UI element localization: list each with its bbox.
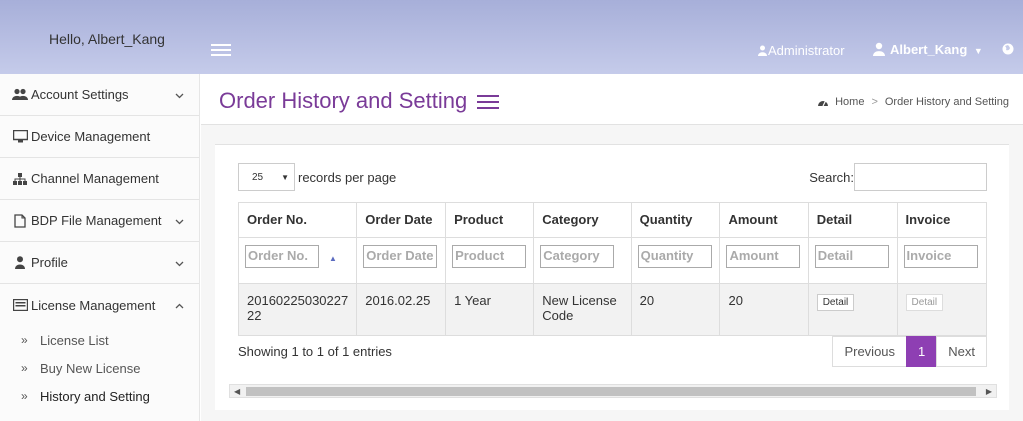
records-per-page-label: records per page bbox=[298, 169, 397, 185]
double-chevron-right-icon: » bbox=[21, 333, 28, 347]
column-header[interactable]: Category bbox=[533, 202, 632, 238]
detail-button[interactable]: Detail bbox=[816, 294, 855, 311]
filter-detail-input[interactable]: Detail bbox=[814, 245, 889, 268]
table-info: Showing 1 to 1 of 1 entries bbox=[238, 344, 392, 359]
filter-row: Order No. ▲ Order Date Product Category Q… bbox=[237, 237, 988, 284]
top-header: Hello, Albert_Kang Administrator Albert_… bbox=[0, 0, 1023, 74]
sidebar-item-profile[interactable]: Profile bbox=[0, 242, 199, 284]
search-label: Search: bbox=[809, 169, 854, 185]
chevron-down-icon bbox=[175, 213, 184, 228]
sidebar-subitem-buy-new-license[interactable]: » Buy New License bbox=[0, 354, 199, 382]
chevron-down-icon bbox=[175, 87, 184, 102]
search-box: Search: bbox=[809, 163, 987, 191]
user-icon bbox=[873, 42, 885, 56]
next-page-button[interactable]: Next bbox=[936, 336, 987, 367]
filter-quantity-input[interactable]: Quantity bbox=[637, 245, 712, 268]
column-header[interactable]: Amount bbox=[719, 202, 809, 238]
scroll-right-icon[interactable]: ▶ bbox=[986, 387, 992, 396]
cell-order-date: 2016.02.25 bbox=[356, 283, 447, 336]
sidebar: Account Settings Device Management Chann… bbox=[0, 74, 200, 421]
invoice-detail-button[interactable]: Detail bbox=[905, 294, 944, 311]
chevron-down-icon bbox=[175, 255, 184, 270]
user-icon bbox=[12, 256, 28, 269]
sidebar-subitem-license-list[interactable]: » License List bbox=[0, 326, 199, 354]
search-input[interactable] bbox=[854, 163, 987, 191]
administrator-link[interactable]: Administrator bbox=[757, 43, 845, 58]
orders-table: Order No. Order Date Product Category Qu… bbox=[237, 202, 988, 336]
file-icon bbox=[12, 213, 28, 228]
cell-quantity: 20 bbox=[630, 283, 721, 336]
sidebar-item-device-management[interactable]: Device Management bbox=[0, 116, 199, 158]
scrollbar-thumb[interactable] bbox=[246, 387, 976, 396]
filter-order-no-input[interactable]: Order No. bbox=[245, 245, 319, 268]
filter-category-input[interactable]: Category bbox=[540, 245, 615, 268]
column-header[interactable]: Quantity bbox=[630, 202, 721, 238]
admin-icon bbox=[758, 45, 767, 56]
sidebar-item-channel-management[interactable]: Channel Management bbox=[0, 158, 199, 200]
previous-page-button[interactable]: Previous bbox=[832, 336, 908, 367]
column-header[interactable]: Invoice bbox=[896, 202, 988, 238]
records-per-page: 25 ▼ records per page bbox=[238, 163, 396, 191]
breadcrumb-current: Order History and Setting bbox=[884, 96, 1009, 108]
list-icon bbox=[12, 299, 28, 311]
double-chevron-right-icon: » bbox=[21, 361, 28, 375]
caret-down-icon: ▼ bbox=[281, 173, 289, 182]
breadcrumb: Home > Order History and Setting bbox=[817, 96, 1009, 108]
cell-amount: 20 bbox=[719, 283, 809, 336]
filter-amount-input[interactable]: Amount bbox=[726, 245, 801, 268]
page-title: Order History and Setting bbox=[219, 88, 500, 114]
sidebar-item-account-settings[interactable]: Account Settings bbox=[0, 74, 199, 116]
page-header: Order History and Setting Home > Order H… bbox=[201, 74, 1023, 125]
greeting: Hello, Albert_Kang bbox=[49, 31, 165, 47]
records-per-page-select[interactable]: 25 ▼ bbox=[238, 163, 295, 191]
table-row: 20160225030227 22 2016.02.25 1 Year New … bbox=[237, 283, 988, 336]
filter-order-date-input[interactable]: Order Date bbox=[363, 245, 438, 268]
cell-product: 1 Year bbox=[445, 283, 535, 336]
user-menu[interactable]: Albert_Kang ▼ bbox=[872, 42, 983, 57]
cell-order-no: 20160225030227 22 bbox=[237, 283, 358, 336]
sidebar-toggle-icon[interactable] bbox=[211, 44, 231, 56]
sort-asc-icon[interactable]: ▲ bbox=[329, 254, 337, 263]
sitemap-icon bbox=[12, 172, 28, 185]
main-content: Order History and Setting Home > Order H… bbox=[201, 74, 1023, 421]
page-1-button[interactable]: 1 bbox=[906, 336, 938, 367]
cell-category: New License Code bbox=[533, 283, 632, 336]
monitor-icon bbox=[12, 130, 28, 143]
double-chevron-right-icon: » bbox=[21, 389, 28, 403]
globe-icon[interactable] bbox=[1002, 43, 1014, 58]
breadcrumb-home-link[interactable]: Home bbox=[835, 96, 864, 108]
sidebar-item-license-management[interactable]: License Management bbox=[0, 284, 199, 326]
dashboard-icon bbox=[818, 100, 829, 107]
column-header[interactable]: Order Date bbox=[356, 202, 447, 238]
pagination: Previous 1 Next bbox=[832, 336, 987, 367]
column-header[interactable]: Detail bbox=[807, 202, 898, 238]
column-header[interactable]: Product bbox=[445, 202, 535, 238]
sidebar-subitem-history-and-setting[interactable]: » History and Setting bbox=[0, 382, 199, 410]
chevron-up-icon bbox=[175, 297, 184, 312]
menu-icon[interactable] bbox=[477, 94, 500, 110]
caret-down-icon: ▼ bbox=[973, 46, 983, 56]
filter-product-input[interactable]: Product bbox=[452, 245, 527, 268]
scroll-left-icon[interactable]: ◀ bbox=[234, 387, 240, 396]
order-panel: 25 ▼ records per page Search: Order No. … bbox=[215, 144, 1009, 410]
filter-invoice-input[interactable]: Invoice bbox=[903, 245, 978, 268]
horizontal-scrollbar[interactable]: ◀ ▶ bbox=[229, 384, 997, 398]
column-header[interactable]: Order No. bbox=[237, 202, 358, 238]
users-icon bbox=[12, 88, 28, 101]
sidebar-item-bdp-file-management[interactable]: BDP File Management bbox=[0, 200, 199, 242]
table-header-row: Order No. Order Date Product Category Qu… bbox=[237, 202, 988, 238]
